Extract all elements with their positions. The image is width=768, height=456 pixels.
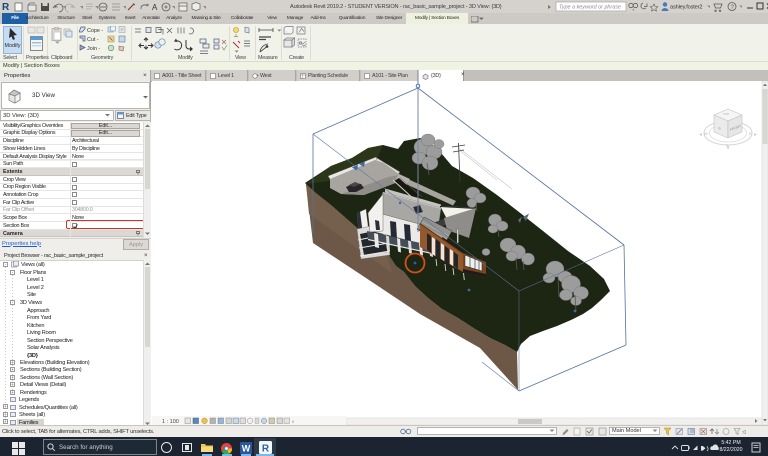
svg-text:W: W (704, 131, 708, 136)
svg-text:TOP: TOP (723, 112, 729, 116)
svg-text:Cut -: Cut - (87, 37, 99, 43)
svg-text:W: W (242, 444, 251, 454)
svg-text::0: :0 (742, 430, 746, 436)
svg-text:R: R (2, 2, 10, 13)
svg-text:A: A (152, 3, 158, 12)
svg-text:E: E (749, 131, 752, 136)
svg-text:R: R (262, 443, 270, 454)
svg-text:Type a keyword or phrase: Type a keyword or phrase (559, 5, 621, 11)
svg-text:Join -: Join - (87, 46, 100, 52)
svg-text:S: S (726, 143, 729, 148)
svg-text:ashley.foster2: ashley.foster2 (670, 5, 702, 11)
svg-text:Cope -: Cope - (87, 28, 103, 34)
